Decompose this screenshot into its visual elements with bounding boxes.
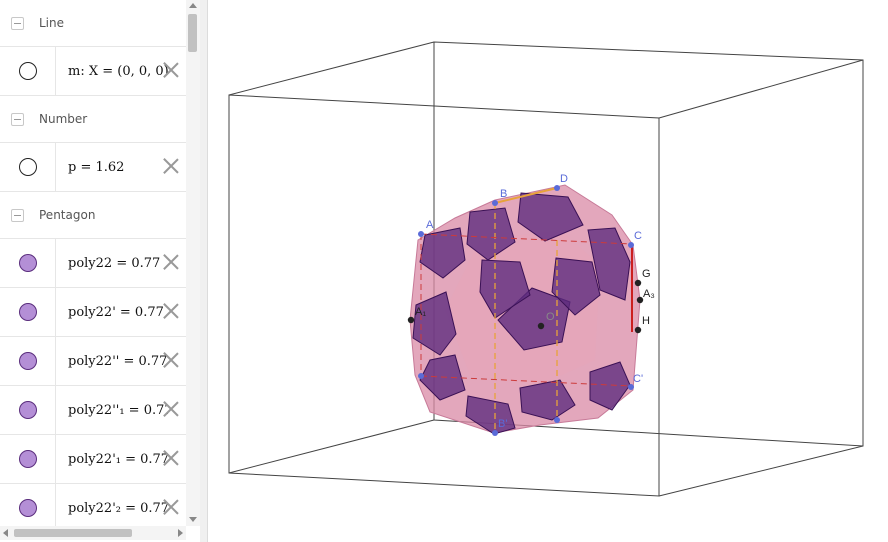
label-A1: A₁	[415, 306, 426, 318]
visibility-marble-icon[interactable]	[18, 450, 37, 468]
algebra-row-pentagon[interactable]: poly22 = 0.77	[0, 239, 186, 288]
delete-icon[interactable]	[162, 157, 180, 175]
point-Bp[interactable]	[492, 430, 498, 436]
point-C[interactable]	[628, 242, 634, 248]
visibility-toggle-cell	[0, 484, 56, 532]
visibility-marble-icon[interactable]	[18, 352, 37, 370]
scroll-thumb[interactable]	[14, 529, 132, 537]
visibility-marble-icon[interactable]	[18, 303, 37, 321]
point-G[interactable]	[634, 279, 642, 287]
scroll-up-icon[interactable]	[189, 3, 197, 8]
algebra-row-pentagon[interactable]: poly22'₁ = 0.77	[0, 435, 186, 484]
algebra-row-pentagon[interactable]: poly22''₁ = 0.77	[0, 386, 186, 435]
label-O: O	[546, 311, 555, 323]
group-label: Pentagon	[39, 208, 96, 222]
group-label: Number	[39, 112, 88, 126]
algebra-row-pentagon[interactable]: poly22'' = 0.77	[0, 337, 186, 386]
visibility-marble-icon[interactable]	[18, 499, 37, 517]
algebra-row-number-p[interactable]: p = 1.62	[0, 143, 186, 192]
polyhedron[interactable]: A B D C C' B' G A₃ H A₁ O	[407, 173, 655, 436]
expression-text[interactable]: poly22'₁ = 0.77	[68, 452, 168, 467]
graphics-3d-view[interactable]: A B D C C' B' G A₃ H A₁ O	[208, 0, 888, 542]
visibility-toggle-cell	[0, 239, 56, 287]
point-B[interactable]	[492, 200, 498, 206]
visibility-marble-icon[interactable]	[18, 158, 37, 176]
scroll-down-icon[interactable]	[189, 517, 197, 522]
point-A[interactable]	[418, 231, 424, 237]
delete-icon[interactable]	[162, 302, 180, 320]
visibility-marble-icon[interactable]	[18, 254, 37, 272]
vertical-scrollbar[interactable]	[186, 0, 200, 526]
visibility-toggle-cell	[0, 143, 56, 191]
scroll-thumb[interactable]	[188, 14, 197, 52]
point-bottom-mid[interactable]	[554, 417, 560, 423]
label-Cp: C'	[633, 373, 643, 385]
collapse-toggle-icon[interactable]	[11, 16, 24, 30]
scroll-right-icon[interactable]	[178, 529, 183, 537]
visibility-toggle-cell	[0, 47, 56, 95]
expression-text[interactable]: p = 1.62	[68, 160, 168, 175]
point-D[interactable]	[554, 185, 560, 191]
label-A: A	[426, 219, 434, 231]
visibility-toggle-cell	[0, 288, 56, 336]
label-D: D	[560, 173, 568, 185]
expression-text[interactable]: poly22 = 0.77	[68, 256, 168, 271]
expression-text[interactable]: poly22'₂ = 0.77	[68, 501, 168, 516]
algebra-row-pentagon[interactable]: poly22' = 0.77	[0, 288, 186, 337]
point-bottom-left[interactable]	[418, 373, 424, 379]
delete-icon[interactable]	[162, 449, 180, 467]
algebra-row-line-m[interactable]: m: X = (0, 0, 0) +	[0, 47, 186, 96]
label-B: B	[500, 188, 507, 200]
delete-icon[interactable]	[162, 61, 180, 79]
label-A3: A₃	[643, 288, 655, 300]
scroll-left-icon[interactable]	[3, 529, 8, 537]
label-Bp: B'	[498, 418, 507, 430]
delete-icon[interactable]	[162, 351, 180, 369]
label-G: G	[642, 268, 651, 280]
group-header-line[interactable]: Line	[0, 0, 186, 47]
label-H: H	[642, 315, 650, 327]
expression-text[interactable]: poly22'' = 0.77	[68, 354, 168, 369]
group-header-number[interactable]: Number	[0, 96, 186, 143]
algebra-list: Line m: X = (0, 0, 0) + Number p = 1.62 …	[0, 0, 186, 533]
visibility-marble-icon[interactable]	[18, 62, 37, 80]
delete-icon[interactable]	[162, 498, 180, 516]
delete-icon[interactable]	[162, 400, 180, 418]
expression-text[interactable]: poly22' = 0.77	[68, 305, 168, 320]
collapse-toggle-icon[interactable]	[11, 112, 24, 126]
visibility-marble-icon[interactable]	[18, 401, 37, 419]
delete-icon[interactable]	[162, 253, 180, 271]
collapse-toggle-icon[interactable]	[11, 208, 24, 222]
expression-text[interactable]: poly22''₁ = 0.77	[68, 403, 168, 418]
point-H[interactable]	[634, 326, 642, 334]
algebra-view: Line m: X = (0, 0, 0) + Number p = 1.62 …	[0, 0, 201, 542]
expression-text[interactable]: m: X = (0, 0, 0) +	[68, 64, 168, 79]
view-divider[interactable]	[200, 0, 208, 542]
visibility-toggle-cell	[0, 337, 56, 385]
horizontal-scrollbar[interactable]	[0, 526, 186, 540]
visibility-toggle-cell	[0, 435, 56, 483]
group-label: Line	[39, 16, 65, 30]
group-header-pentagon[interactable]: Pentagon	[0, 192, 186, 239]
point-O[interactable]	[537, 322, 545, 330]
label-C: C	[634, 230, 642, 242]
visibility-toggle-cell	[0, 386, 56, 434]
point-A1[interactable]	[407, 316, 415, 324]
